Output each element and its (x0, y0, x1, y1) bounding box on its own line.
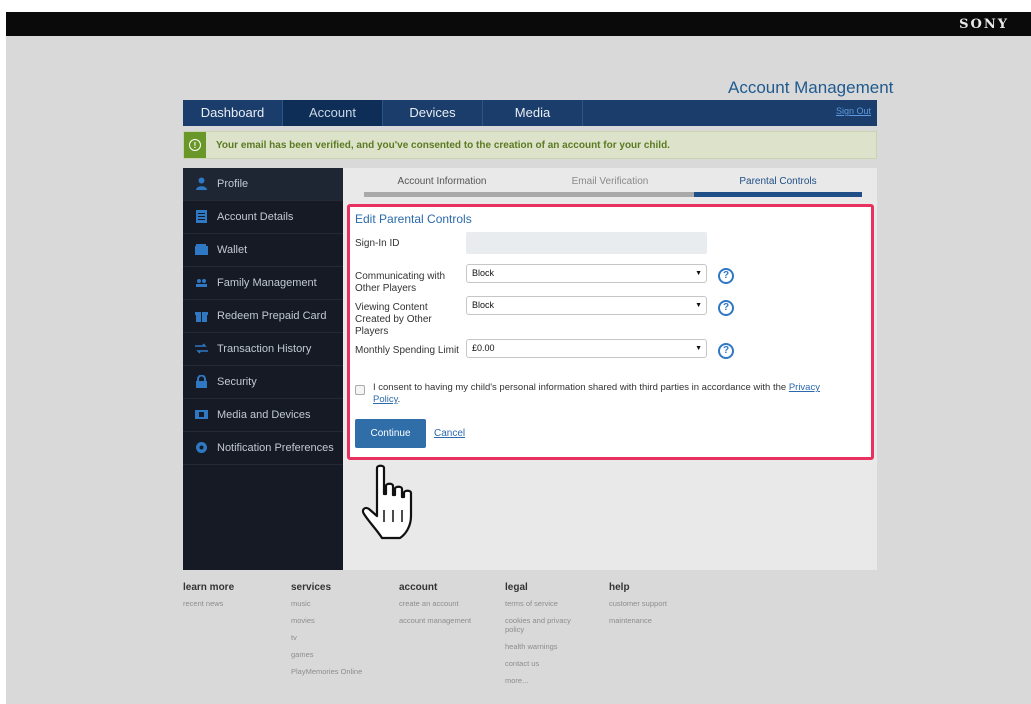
footer: learn more recent news services music mo… (183, 582, 877, 702)
communicating-label: Communicating with Other Players (355, 271, 446, 294)
footer-link[interactable]: contact us (505, 659, 585, 668)
transfer-icon (195, 343, 208, 354)
step-track-completed (364, 192, 694, 197)
viewing-content-select[interactable]: Block ▼ (466, 296, 707, 315)
sidebar-item-security[interactable]: Security (183, 366, 343, 399)
hand-cursor-icon (361, 464, 413, 540)
info-icon: ! (184, 132, 206, 158)
sidebar-item-notification-preferences[interactable]: Notification Preferences (183, 432, 343, 465)
footer-heading: account (399, 582, 438, 593)
step-account-information: Account Information (397, 176, 487, 187)
family-icon (196, 279, 207, 287)
footer-column-learn-more: learn more recent news (183, 582, 263, 616)
person-icon (196, 177, 207, 190)
chevron-down-icon: ▼ (695, 270, 702, 277)
footer-link[interactable]: movies (291, 616, 371, 625)
form-title: Edit Parental Controls (355, 212, 472, 226)
sidebar-item-label: Media and Devices (217, 409, 311, 421)
footer-link[interactable]: terms of service (505, 599, 585, 608)
tab-dashboard[interactable]: Dashboard (183, 100, 283, 126)
cancel-link[interactable]: Cancel (434, 428, 465, 439)
sidebar-item-profile[interactable]: Profile (183, 168, 343, 201)
sidebar-item-wallet[interactable]: Wallet (183, 234, 343, 267)
footer-heading: legal (505, 582, 528, 593)
communicating-select[interactable]: Block ▼ (466, 264, 707, 283)
footer-link[interactable]: games (291, 650, 371, 659)
footer-column-account: account create an account account manage… (399, 582, 479, 633)
footer-column-help: help customer support maintenance (609, 582, 689, 633)
sidebar-item-label: Family Management (217, 277, 317, 289)
tab-media[interactable]: Media (483, 100, 583, 126)
banner-message: Your email has been verified, and you've… (216, 140, 670, 151)
footer-link[interactable]: tv (291, 633, 371, 642)
chevron-down-icon: ▼ (695, 302, 702, 309)
main-nav: Dashboard Account Devices Media Sign Out (183, 100, 877, 126)
footer-column-services: services music movies tv games PlayMemor… (291, 582, 371, 684)
footer-link[interactable]: maintenance (609, 616, 689, 625)
consent-checkbox[interactable] (355, 385, 365, 395)
page-title: Account Management (728, 78, 894, 97)
sidebar-item-account-details[interactable]: Account Details (183, 201, 343, 234)
viewing-content-label: Viewing Content Created by Other Players (355, 302, 432, 337)
document-icon (196, 210, 207, 223)
communicating-help-icon[interactable]: ? (718, 268, 734, 284)
step-parental-controls: Parental Controls (739, 176, 817, 187)
sidebar-item-label: Notification Preferences (217, 442, 334, 454)
spending-limit-help-icon[interactable]: ? (718, 343, 734, 359)
main-content: Account Information Email Verification P… (343, 168, 877, 570)
footer-link[interactable]: create an account (399, 599, 479, 608)
gift-icon (195, 312, 208, 322)
footer-heading: learn more (183, 582, 235, 593)
chevron-down-icon: ▼ (695, 345, 702, 352)
step-track-current (694, 192, 862, 197)
sidebar-item-label: Wallet (217, 244, 248, 256)
footer-column-legal: legal terms of service cookies and priva… (505, 582, 585, 693)
footer-link[interactable]: cookies and privacy policy (505, 616, 580, 634)
media-icon (195, 410, 208, 419)
verification-banner: ! Your email has been verified, and you'… (183, 131, 877, 159)
gear-icon (196, 442, 207, 453)
footer-heading: help (609, 582, 630, 593)
footer-link[interactable]: account management (399, 616, 479, 625)
tab-devices[interactable]: Devices (383, 100, 483, 126)
sidebar-item-label: Redeem Prepaid Card (217, 310, 327, 322)
consent-text: I consent to having my child's personal … (373, 382, 820, 405)
parental-controls-form: Edit Parental Controls Sign-In ID Commun… (347, 204, 874, 460)
signin-id-field[interactable] (466, 232, 707, 254)
step-email-verification: Email Verification (571, 176, 649, 187)
spending-limit-label: Monthly Spending Limit (355, 345, 459, 356)
wallet-icon (195, 244, 208, 255)
sidebar-item-redeem-prepaid-card[interactable]: Redeem Prepaid Card (183, 300, 343, 333)
sign-out-link[interactable]: Sign Out (836, 106, 871, 116)
signin-id-label: Sign-In ID (355, 238, 400, 249)
sidebar-item-label: Security (217, 376, 257, 388)
sidebar-item-transaction-history[interactable]: Transaction History (183, 333, 343, 366)
sidebar-item-label: Account Details (217, 211, 294, 223)
sidebar-item-family-management[interactable]: Family Management (183, 267, 343, 300)
footer-link[interactable]: health warnings (505, 642, 585, 651)
browser-viewport: SONY Account Management Dashboard Accoun… (6, 12, 1031, 704)
sidebar-item-media-and-devices[interactable]: Media and Devices (183, 399, 343, 432)
sidebar-item-label: Profile (217, 178, 249, 190)
continue-button[interactable]: Continue (355, 419, 426, 448)
lock-icon (196, 375, 207, 388)
footer-link[interactable]: PlayMemories Online (291, 667, 371, 676)
footer-link[interactable]: music (291, 599, 371, 608)
footer-link[interactable]: customer support (609, 599, 689, 608)
footer-heading: services (291, 582, 332, 593)
spending-limit-select[interactable]: £0.00 ▼ (466, 339, 707, 358)
sidebar: Profile Account Details Wallet Family Ma… (183, 168, 343, 570)
footer-link[interactable]: recent news (183, 599, 263, 608)
footer-link[interactable]: more... (505, 676, 585, 685)
tab-account[interactable]: Account (283, 100, 383, 126)
sidebar-item-label: Transaction History (217, 343, 312, 355)
sony-logo[interactable]: SONY (959, 17, 1009, 32)
progress-steps: Account Information Email Verification P… (358, 168, 863, 198)
viewing-content-help-icon[interactable]: ? (718, 300, 734, 316)
top-bar: SONY (6, 12, 1031, 36)
